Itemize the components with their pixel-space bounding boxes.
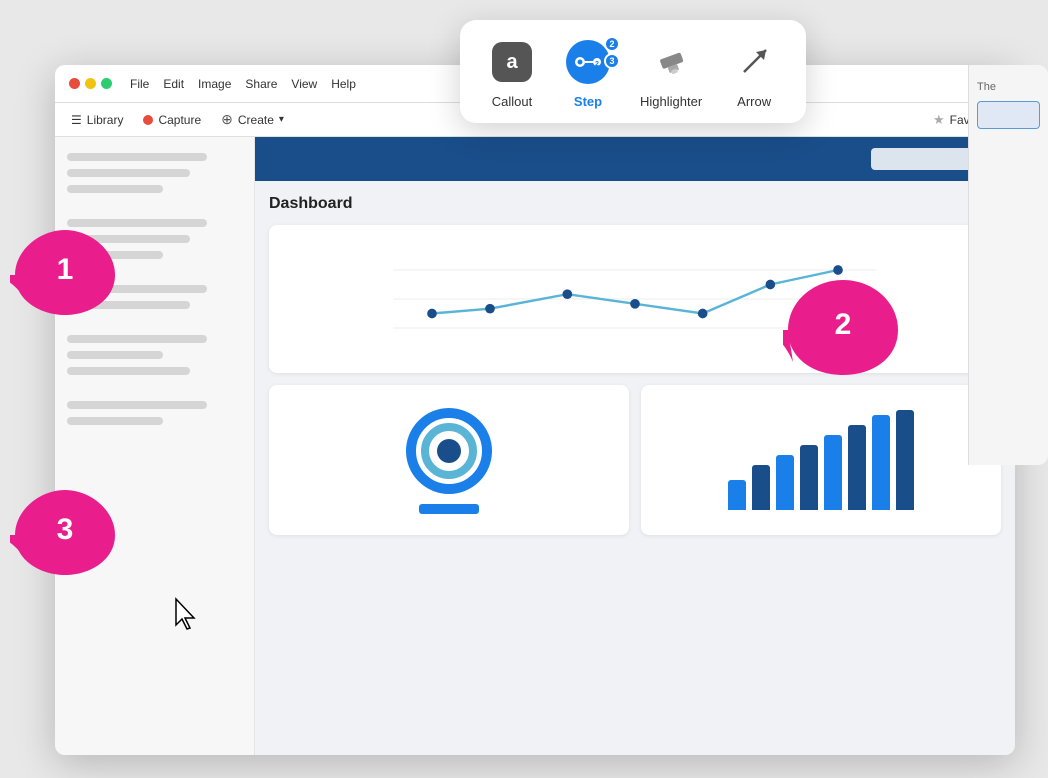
toolbar-popup: a Callout 2 2 3 Step [460, 20, 806, 123]
arrow-label: Arrow [737, 94, 771, 109]
right-panel-text: The [977, 81, 1040, 93]
menu-share[interactable]: Share [245, 77, 277, 91]
menu-bar: File Edit Image Share View Help [130, 77, 356, 91]
callout-tool[interactable]: a Callout [488, 38, 536, 109]
maximize-button[interactable] [101, 78, 112, 89]
svg-text:2: 2 [595, 61, 599, 68]
window-controls [69, 78, 112, 89]
close-button[interactable] [69, 78, 80, 89]
highlighter-tool[interactable]: Highlighter [640, 38, 702, 109]
step-icon: 2 2 3 [564, 38, 612, 86]
callout-icon: a [488, 38, 536, 86]
dashboard-content: Dashboard [255, 181, 1015, 755]
step-bubble-3: 3 [10, 480, 120, 580]
sidebar-line-12 [67, 401, 207, 409]
cursor-icon [172, 597, 200, 638]
minimize-button[interactable] [85, 78, 96, 89]
bar-7 [872, 415, 890, 510]
nav-library[interactable]: ☰ Library [71, 113, 123, 127]
header-bar [255, 137, 1015, 181]
bar-2 [752, 465, 770, 510]
dashboard-title: Dashboard [269, 195, 1001, 213]
bar-4 [800, 445, 818, 510]
right-panel-input[interactable] [977, 101, 1040, 129]
bar-1 [728, 480, 746, 510]
sidebar-line-1 [67, 153, 207, 161]
highlighter-icon [647, 38, 695, 86]
menu-edit[interactable]: Edit [163, 77, 184, 91]
bar-6 [848, 425, 866, 510]
callout-label: Callout [492, 94, 532, 109]
sidebar-line-9 [67, 335, 207, 343]
sidebar-line-10 [67, 351, 163, 359]
bar-chart-card [641, 385, 1001, 535]
nav-capture[interactable]: Capture [143, 113, 201, 127]
arrow-tool[interactable]: Arrow [730, 38, 778, 109]
bubble-2-number: 2 [835, 308, 852, 342]
step-label: Step [574, 94, 602, 109]
right-panel: The [968, 65, 1048, 465]
sidebar-line-13 [67, 417, 163, 425]
bar-8 [896, 410, 914, 510]
bottom-charts [269, 385, 1001, 535]
bar-5 [824, 435, 842, 510]
menu-image[interactable]: Image [198, 77, 231, 91]
menu-view[interactable]: View [291, 77, 317, 91]
nav-create[interactable]: ⊕ Create ▾ [221, 111, 284, 128]
sidebar-line-11 [67, 367, 190, 375]
highlighter-label: Highlighter [640, 94, 702, 109]
donut-chart-card [269, 385, 629, 535]
bubble-1-number: 1 [57, 253, 74, 287]
bubble-3-number: 3 [57, 513, 74, 547]
menu-help[interactable]: Help [331, 77, 356, 91]
arrow-icon [730, 38, 778, 86]
donut-chart [404, 406, 494, 514]
content-area: Dashboard [55, 137, 1015, 755]
sidebar-line-2 [67, 169, 190, 177]
bar-chart [728, 410, 914, 510]
app-window: File Edit Image Share View Help ☰ Librar… [55, 65, 1015, 755]
step-bubble-1: 1 [10, 220, 120, 320]
menu-file[interactable]: File [130, 77, 149, 91]
sidebar-line-3 [67, 185, 163, 193]
step-bubble-2: 2 [783, 270, 903, 380]
bar-3 [776, 455, 794, 510]
step-tool[interactable]: 2 2 3 Step [564, 38, 612, 109]
main-panel: Dashboard [255, 137, 1015, 755]
